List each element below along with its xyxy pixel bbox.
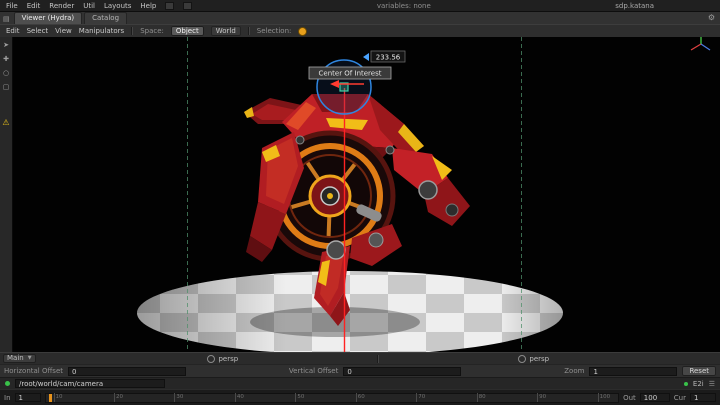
right-camera-label: persp bbox=[529, 354, 550, 363]
vertical-offset-field[interactable]: 0 bbox=[343, 366, 462, 376]
timeline-track[interactable]: 10 20 30 40 50 60 70 80 90 100 bbox=[44, 392, 620, 403]
timeline-tick: 70 bbox=[416, 393, 426, 402]
translate-tool-icon[interactable]: ✚ bbox=[3, 55, 9, 63]
space-label: Space: bbox=[140, 27, 164, 35]
menu-hamburger-icon[interactable]: ☰ bbox=[709, 380, 715, 388]
menu-file[interactable]: File bbox=[6, 2, 18, 10]
toolbar-manipulators[interactable]: Manipulators bbox=[79, 27, 124, 35]
viewport-3d[interactable]: 233.56 Center Of Interest bbox=[13, 37, 720, 352]
menu-layouts[interactable]: Layouts bbox=[104, 2, 131, 10]
horizontal-offset-field[interactable]: 0 bbox=[68, 366, 186, 376]
timeline-tick: 40 bbox=[234, 393, 244, 402]
toolbar-separator bbox=[131, 27, 134, 35]
select-tool-icon[interactable]: ➤ bbox=[3, 41, 9, 49]
space-object-button[interactable]: Object bbox=[170, 26, 204, 36]
scene-filename: sdp.katana bbox=[615, 1, 655, 10]
timeline-playhead[interactable] bbox=[48, 393, 52, 402]
menubar: File Edit Render Util Layouts Help varia… bbox=[0, 0, 720, 11]
pane-header: ▤ Viewer (Hydra) Catalog ⚙ bbox=[0, 11, 720, 24]
camera-radio-icon bbox=[207, 354, 216, 363]
katana-window: File Edit Render Util Layouts Help varia… bbox=[0, 0, 720, 405]
space-world-button[interactable]: World bbox=[210, 26, 241, 36]
layout-dropdown-label: Main bbox=[7, 354, 24, 362]
coi-value-box[interactable]: 233.56 bbox=[370, 50, 406, 63]
toolbar-select[interactable]: Select bbox=[27, 27, 49, 35]
horizontal-offset-label: Horizontal Offset bbox=[4, 367, 63, 375]
camera-radio-icon bbox=[518, 354, 527, 363]
axis-gizmo bbox=[690, 37, 711, 51]
timeline-tick: 80 bbox=[476, 393, 486, 402]
timeline-tick: 90 bbox=[537, 393, 547, 402]
coi-tooltip-text: Center Of Interest bbox=[319, 70, 382, 78]
timeline-in-field[interactable]: 1 bbox=[14, 393, 41, 402]
variables-indicator: variables: none bbox=[376, 1, 431, 10]
timeline-tick: 50 bbox=[295, 393, 305, 402]
layout-dropdown[interactable]: Main ▼ bbox=[3, 354, 36, 363]
viewport-canvas: 233.56 Center Of Interest bbox=[137, 37, 711, 352]
camera-path-field[interactable]: /root/world/cam/camera bbox=[15, 379, 165, 388]
timeline-tick: 10 bbox=[53, 393, 63, 402]
rotate-tool-icon[interactable]: ○ bbox=[3, 69, 9, 77]
tab-viewer-hydra[interactable]: Viewer (Hydra) bbox=[13, 12, 83, 24]
toolbar-edit[interactable]: Edit bbox=[6, 27, 20, 35]
status-dot-icon bbox=[5, 381, 10, 386]
coi-value-text: 233.56 bbox=[376, 54, 401, 62]
gear-icon[interactable]: ⚙ bbox=[708, 13, 715, 23]
view-split-divider bbox=[377, 354, 380, 363]
timeline-tick: 20 bbox=[113, 393, 123, 402]
timeline-cur-label: Cur bbox=[673, 393, 686, 402]
status-row: /root/world/cam/camera E2i ☰ bbox=[0, 377, 720, 389]
left-camera-selector[interactable]: persp bbox=[207, 354, 239, 363]
viewer-toolbar: Edit Select View Manipulators Space: Obj… bbox=[0, 24, 720, 37]
render-indicator: E2i bbox=[692, 379, 704, 388]
right-camera-selector[interactable]: persp bbox=[518, 354, 550, 363]
menu-render[interactable]: Render bbox=[49, 2, 74, 10]
selection-color-swatch[interactable] bbox=[298, 26, 308, 36]
zoom-label: Zoom bbox=[564, 367, 585, 375]
offsets-row: Horizontal Offset 0 Vertical Offset 0 Zo… bbox=[0, 364, 720, 377]
menu-help[interactable]: Help bbox=[140, 2, 156, 10]
timeline-row: In 1 10 20 30 40 50 60 70 80 90 100 Out … bbox=[0, 389, 720, 405]
timeline-out-field[interactable]: 100 bbox=[639, 393, 670, 402]
chevron-down-icon: ▼ bbox=[27, 355, 32, 361]
vertical-offset-label: Vertical Offset bbox=[288, 367, 339, 375]
timeline-out-label: Out bbox=[623, 393, 636, 402]
coi-tooltip: Center Of Interest bbox=[308, 66, 392, 80]
checker-ground-disc bbox=[137, 271, 563, 352]
zoom-field[interactable]: 1 bbox=[589, 366, 678, 376]
view-control-row: Main ▼ persp persp bbox=[0, 352, 720, 364]
timeline-in-label: In bbox=[4, 393, 11, 402]
selection-label: Selection: bbox=[256, 27, 292, 35]
menu-util[interactable]: Util bbox=[83, 2, 95, 10]
timeline-tick: 100 bbox=[597, 393, 611, 402]
menubar-icon[interactable] bbox=[183, 1, 193, 10]
menubar-icon[interactable] bbox=[165, 1, 175, 10]
warning-icon[interactable]: ⚠ bbox=[2, 119, 9, 127]
toolbar-separator bbox=[247, 27, 250, 35]
pane-menu-icon[interactable]: ▤ bbox=[3, 15, 10, 23]
render-status-dot-icon bbox=[683, 381, 688, 386]
toolbar-view[interactable]: View bbox=[55, 27, 72, 35]
scale-tool-icon[interactable]: ▢ bbox=[3, 83, 10, 91]
left-camera-label: persp bbox=[218, 354, 239, 363]
timeline-cur-field[interactable]: 1 bbox=[690, 393, 716, 402]
coi-manipulator[interactable] bbox=[316, 53, 372, 115]
timeline-tick: 60 bbox=[355, 393, 365, 402]
tab-catalog[interactable]: Catalog bbox=[84, 12, 128, 24]
menu-edit[interactable]: Edit bbox=[27, 2, 41, 10]
reset-button[interactable]: Reset bbox=[682, 366, 716, 376]
left-tool-column: ➤ ✚ ○ ▢ ⚠ bbox=[0, 37, 13, 352]
timeline-tick: 30 bbox=[174, 393, 184, 402]
